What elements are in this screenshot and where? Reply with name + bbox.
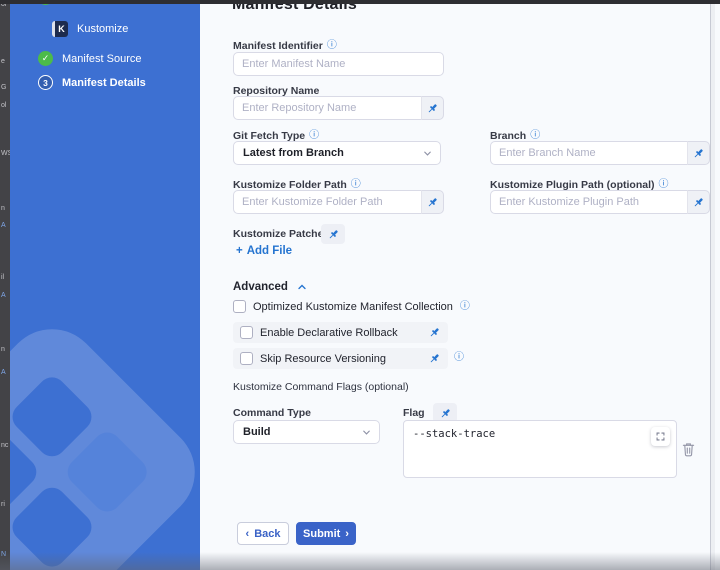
- info-icon[interactable]: ⓘ: [309, 131, 319, 141]
- check-icon: ✓: [38, 51, 53, 66]
- flag-textarea[interactable]: --stack-trace: [403, 420, 677, 478]
- command-type-label: Command Type: [233, 407, 311, 419]
- plus-icon: +: [236, 245, 243, 257]
- chevron-down-icon: [361, 427, 372, 438]
- optimized-collection-checkbox[interactable]: [233, 300, 246, 313]
- wizard-step-label: Manifest Source: [62, 53, 141, 65]
- git-fetch-type-select[interactable]: Latest from Branch: [233, 141, 441, 165]
- branch-input[interactable]: [490, 141, 687, 165]
- kustomize-folder-path-input[interactable]: [233, 190, 421, 214]
- wizard-step-manifest-source[interactable]: ✓ Manifest Source: [38, 51, 141, 66]
- info-icon[interactable]: ⓘ: [327, 41, 337, 51]
- chevron-down-icon: [422, 148, 433, 159]
- background-page-edge-bottom: [0, 552, 720, 570]
- optimized-collection-option: Optimized Kustomize Manifest Collection …: [233, 300, 470, 313]
- pin-runtime-input-icon[interactable]: [428, 352, 441, 365]
- step-number-badge: 3: [38, 75, 53, 90]
- manifest-identifier-input[interactable]: [233, 52, 444, 76]
- pin-runtime-input-icon[interactable]: [687, 141, 710, 165]
- pin-runtime-input-icon[interactable]: [421, 96, 444, 120]
- background-page-edge: ol e G ol WS n A il A n A nc ri N: [0, 0, 10, 570]
- info-icon[interactable]: ⓘ: [460, 302, 470, 312]
- harness-logo-watermark: [10, 309, 200, 570]
- pin-runtime-input-icon[interactable]: [421, 190, 444, 214]
- manifest-details-form: Manifest Details Manifest Identifier ⓘ R…: [200, 0, 715, 570]
- chevron-right-icon: ›: [345, 528, 349, 540]
- delete-flag-icon[interactable]: [682, 442, 695, 462]
- background-page-edge-top: [0, 0, 720, 4]
- expand-editor-icon[interactable]: [651, 427, 670, 446]
- command-flags-section-label: Kustomize Command Flags (optional): [233, 381, 409, 393]
- chevron-left-icon: ‹: [246, 528, 250, 540]
- kustomize-icon: K: [52, 21, 68, 37]
- submit-button[interactable]: Submit ›: [296, 522, 356, 545]
- manifest-identifier-label: Manifest Identifier ⓘ: [233, 40, 337, 52]
- info-icon[interactable]: ⓘ: [351, 180, 361, 190]
- declarative-rollback-option: Enable Declarative Rollback: [233, 322, 448, 343]
- wizard-step-manifest-details[interactable]: 3 Manifest Details: [38, 75, 146, 90]
- wizard-step-label: Manifest Details: [62, 77, 146, 89]
- repository-name-input[interactable]: [233, 96, 421, 120]
- info-icon[interactable]: ⓘ: [659, 180, 669, 190]
- wizard-sidebar: ✓ Manifest Type K Kustomize ✓ Manifest S…: [10, 0, 200, 570]
- wizard-substep-label: Kustomize: [77, 23, 128, 35]
- flag-label: Flag: [403, 407, 425, 419]
- chevron-up-icon: [296, 281, 308, 293]
- command-type-select[interactable]: Build: [233, 420, 380, 444]
- pin-runtime-input-icon[interactable]: [321, 224, 345, 244]
- add-file-button[interactable]: + Add File: [236, 245, 292, 257]
- skip-resource-versioning-option: Skip Resource Versioning: [233, 348, 448, 369]
- info-icon[interactable]: ⓘ: [530, 131, 540, 141]
- kustomize-plugin-path-input[interactable]: [490, 190, 687, 214]
- advanced-section-toggle[interactable]: Advanced: [233, 281, 308, 293]
- info-icon[interactable]: ⓘ: [454, 353, 464, 363]
- scrollbar-track[interactable]: [710, 0, 715, 570]
- pin-runtime-input-icon[interactable]: [428, 326, 441, 339]
- wizard-substep-kustomize[interactable]: K Kustomize: [52, 21, 128, 37]
- skip-resource-versioning-checkbox[interactable]: [240, 352, 253, 365]
- manifest-details-dialog: ✓ Manifest Type K Kustomize ✓ Manifest S…: [0, 0, 720, 570]
- back-button[interactable]: ‹ Back: [237, 522, 289, 545]
- declarative-rollback-checkbox[interactable]: [240, 326, 253, 339]
- pin-runtime-input-icon[interactable]: [687, 190, 710, 214]
